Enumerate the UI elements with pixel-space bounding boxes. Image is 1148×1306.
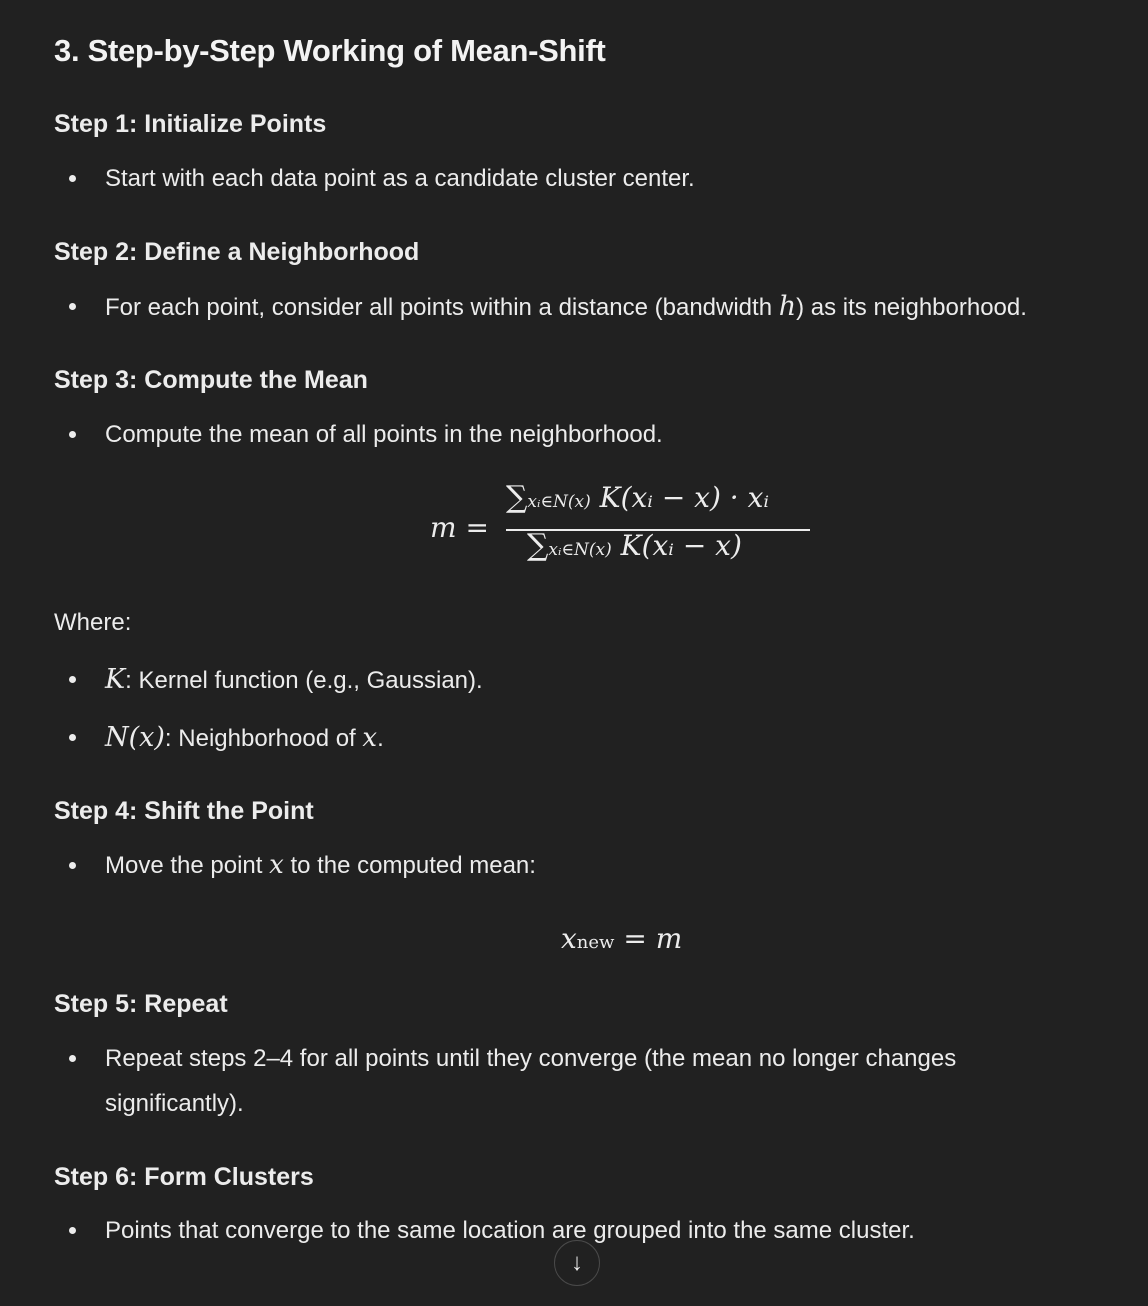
bullet-dot bbox=[69, 734, 76, 741]
where-item-neighborhood: N(x): Neighborhood of x. bbox=[54, 715, 1134, 761]
step-3-bullet-text: Compute the mean of all points in the ne… bbox=[105, 421, 663, 448]
bullet-dot bbox=[69, 1227, 76, 1234]
sum-index: xᵢ∈N(x) bbox=[548, 540, 612, 560]
step-2-bullet-text: For each point, consider all points with… bbox=[105, 284, 1134, 330]
step-6-bullet-text: Points that converge to the same locatio… bbox=[105, 1217, 915, 1244]
sum-symbol: ∑ bbox=[527, 528, 549, 563]
step-6-title: Step 6: Form Clusters bbox=[54, 1163, 314, 1191]
step-4-bullet: Move the point x to the computed mean: bbox=[54, 843, 1134, 888]
step-5-bullet: Repeat steps 2–4 for all points until th… bbox=[54, 1036, 1134, 1126]
neighborhood-variable: x bbox=[362, 723, 378, 753]
step-1-bullet: Start with each data point as a candidat… bbox=[54, 156, 1134, 201]
bullet-dot bbox=[69, 303, 76, 310]
sum-index: xᵢ∈N(x) bbox=[527, 492, 591, 512]
where-item-kernel-text: K: Kernel function (e.g., Gaussian). bbox=[105, 657, 1134, 703]
kernel-symbol: K bbox=[105, 664, 126, 695]
step-6-bullet: Points that converge to the same locatio… bbox=[54, 1208, 1134, 1253]
step-4-text-pre: Move the point bbox=[105, 852, 270, 879]
bullet-dot bbox=[69, 175, 76, 182]
shift-rhs: = m bbox=[614, 922, 683, 955]
shift-formula: xnew = m bbox=[561, 922, 682, 955]
shift-variable: x bbox=[561, 922, 577, 955]
step-2-text-post: ) as its neighborhood. bbox=[796, 294, 1027, 321]
step-4-text-post: to the computed mean: bbox=[283, 852, 536, 879]
step-4-bullet-text: Move the point x to the computed mean: bbox=[105, 843, 1134, 888]
bandwidth-variable: h bbox=[778, 291, 797, 322]
where-item-neighborhood-text: N(x): Neighborhood of x. bbox=[105, 715, 1134, 761]
bullet-dot bbox=[69, 1055, 76, 1062]
step-5-bullet-text: Repeat steps 2–4 for all points until th… bbox=[105, 1045, 957, 1117]
section-heading: 3. Step-by-Step Working of Mean-Shift bbox=[54, 33, 606, 68]
step-3-bullet: Compute the mean of all points in the ne… bbox=[54, 412, 1134, 457]
step-2-bullet: For each point, consider all points with… bbox=[54, 284, 1134, 330]
step-1-bullet-text: Start with each data point as a candidat… bbox=[105, 165, 695, 192]
neighborhood-period: . bbox=[377, 725, 384, 752]
step-4-title: Step 4: Shift the Point bbox=[54, 797, 314, 825]
arrow-down-icon: ↓ bbox=[571, 1249, 583, 1276]
formula-numerator: ∑xᵢ∈N(x) K(xᵢ − x) · xᵢ bbox=[506, 480, 769, 515]
neighborhood-description: : Neighborhood of bbox=[164, 725, 363, 752]
step-2-text-pre: For each point, consider all points with… bbox=[105, 294, 779, 321]
bullet-dot bbox=[69, 431, 76, 438]
bullet-dot bbox=[69, 676, 76, 683]
sum-symbol: ∑ bbox=[506, 480, 528, 515]
point-variable: x bbox=[269, 850, 284, 880]
numerator-expression: K(xᵢ − x) · xᵢ bbox=[599, 481, 770, 514]
denominator-expression: K(xᵢ − x) bbox=[620, 529, 742, 562]
bullet-dot bbox=[69, 862, 76, 869]
formula-lhs: m = bbox=[430, 511, 489, 544]
where-item-kernel: K: Kernel function (e.g., Gaussian). bbox=[54, 657, 1134, 703]
kernel-description: : Kernel function (e.g., Gaussian). bbox=[125, 667, 483, 694]
shift-subscript: new bbox=[576, 932, 615, 953]
mean-formula: m = ∑xᵢ∈N(x) K(xᵢ − x) · xᵢ ∑xᵢ∈N(x) K(x… bbox=[430, 480, 830, 570]
step-5-title: Step 5: Repeat bbox=[54, 990, 228, 1018]
step-3-title: Step 3: Compute the Mean bbox=[54, 366, 368, 394]
neighborhood-symbol: N(x) bbox=[105, 722, 165, 753]
scroll-to-bottom-button[interactable]: ↓ bbox=[554, 1240, 600, 1286]
where-label: Where: bbox=[54, 609, 132, 636]
step-1-title: Step 1: Initialize Points bbox=[54, 110, 327, 138]
step-2-title: Step 2: Define a Neighborhood bbox=[54, 238, 420, 266]
formula-denominator: ∑xᵢ∈N(x) K(xᵢ − x) bbox=[527, 528, 742, 563]
